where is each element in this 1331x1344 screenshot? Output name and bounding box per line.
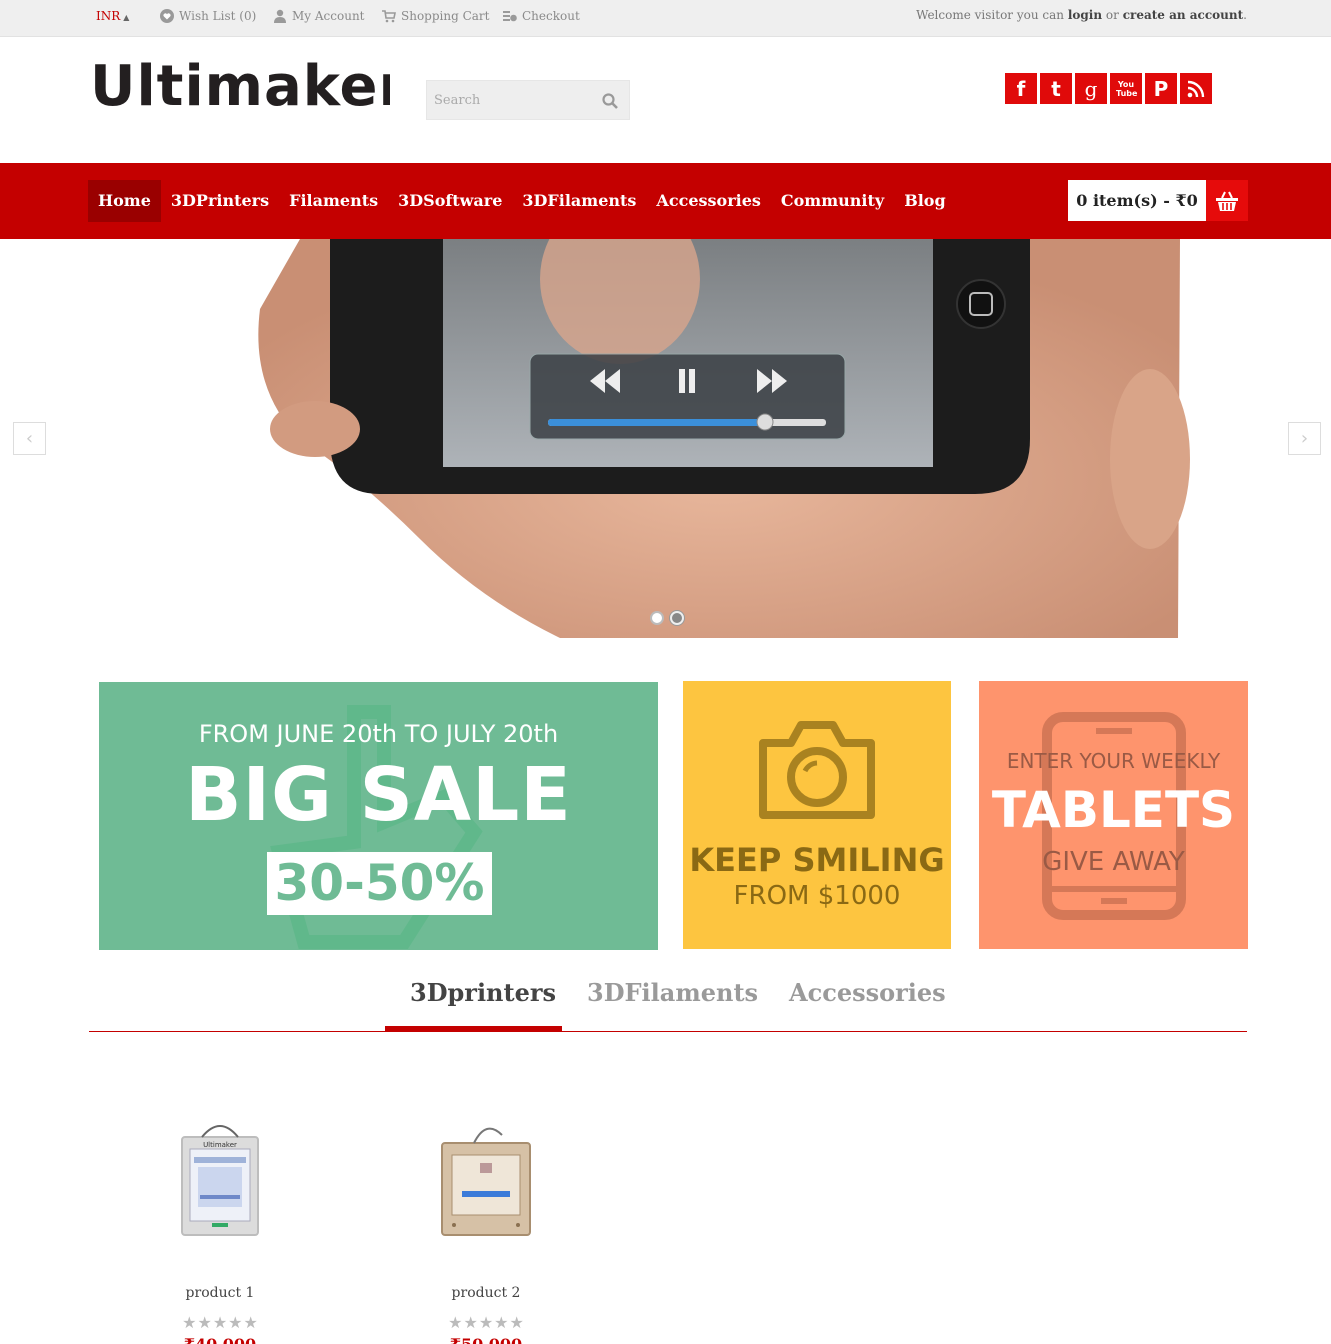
pinterest-icon[interactable]: P bbox=[1145, 73, 1177, 104]
search-input[interactable] bbox=[427, 81, 597, 119]
star-icon: ★ bbox=[243, 1313, 258, 1332]
search-icon[interactable] bbox=[601, 92, 619, 110]
checkout-link[interactable]: Checkout bbox=[503, 9, 580, 23]
nav-item-home[interactable]: Home bbox=[88, 180, 161, 222]
tab-accessories[interactable]: Accessories bbox=[789, 978, 946, 1007]
welcome-text: Welcome visitor you can bbox=[916, 8, 1064, 22]
nav-item-3dfilaments[interactable]: 3DFilaments bbox=[512, 180, 646, 222]
welcome-message: Welcome visitor you can login or create … bbox=[916, 8, 1247, 22]
my-account-link[interactable]: My Account bbox=[273, 9, 365, 23]
keep-smiling-title: KEEP SMILING bbox=[689, 841, 945, 879]
product-image[interactable]: Ultimaker bbox=[140, 1105, 300, 1255]
nav-item-community[interactable]: Community bbox=[771, 180, 894, 222]
nav-item-blog[interactable]: Blog bbox=[894, 180, 955, 222]
heart-icon bbox=[160, 9, 174, 23]
rss-glyph bbox=[1187, 80, 1205, 97]
checkout-icon bbox=[503, 11, 517, 22]
pinterest-glyph: P bbox=[1153, 76, 1169, 101]
product-image[interactable] bbox=[406, 1105, 566, 1255]
rss-icon[interactable] bbox=[1180, 73, 1212, 104]
tab-3dprinters[interactable]: 3Dprinters bbox=[410, 978, 556, 1007]
nav-item-accessories[interactable]: Accessories bbox=[646, 180, 770, 222]
shopping-cart-label: Shopping Cart bbox=[401, 9, 490, 23]
cart-icon bbox=[382, 10, 396, 23]
checkout-label: Checkout bbox=[522, 9, 580, 23]
user-icon bbox=[274, 9, 286, 23]
cart-button[interactable]: 0 item(s) - ₹0 bbox=[1068, 180, 1248, 221]
keep-smiling-banner[interactable]: KEEP SMILING FROM $1000 bbox=[683, 681, 951, 949]
product-card[interactable]: product 2 ★★★★★ ₹50,000 bbox=[406, 1105, 566, 1344]
caret-up-icon: ▲ bbox=[123, 13, 130, 22]
hero-slider: ‹ › bbox=[0, 239, 1331, 638]
basket-icon bbox=[1206, 180, 1248, 221]
star-icon: ★ bbox=[197, 1313, 212, 1332]
slider-next-arrow[interactable]: › bbox=[1288, 422, 1321, 455]
my-account-label: My Account bbox=[292, 9, 365, 23]
main-navigation: Home 3DPrinters Filaments 3DSoftware 3DF… bbox=[0, 163, 1331, 239]
nav-item-3dsoftware[interactable]: 3DSoftware bbox=[388, 180, 512, 222]
star-icon: ★ bbox=[448, 1313, 463, 1332]
social-links: f t g You Tube P bbox=[1005, 73, 1212, 104]
star-icon: ★ bbox=[509, 1313, 524, 1332]
slider-prev-arrow[interactable]: ‹ bbox=[13, 422, 46, 455]
star-icon: ★ bbox=[478, 1313, 494, 1332]
top-bar: INR ▲ Wish List (0) My Account Shopping C… bbox=[0, 0, 1331, 37]
login-link[interactable]: login bbox=[1068, 8, 1102, 22]
nav-item-filaments[interactable]: Filaments bbox=[279, 180, 388, 222]
shopping-cart-link[interactable]: Shopping Cart bbox=[382, 9, 490, 23]
hero-slide-image bbox=[258, 239, 1190, 638]
twitter-icon[interactable]: t bbox=[1040, 73, 1072, 104]
slider-dot-1[interactable] bbox=[650, 611, 664, 625]
svg-text:Ultimaker: Ultimaker bbox=[203, 1141, 237, 1149]
tablets-giveaway-banner[interactable]: ENTER YOUR WEEKLY TABLETS GIVE AWAY bbox=[979, 681, 1248, 949]
sale-percentage: 30-50% bbox=[267, 852, 492, 915]
big-sale-banner[interactable]: FROM JUNE 20th TO JULY 20th BIG SALE 30-… bbox=[99, 682, 658, 950]
slider-dot-2[interactable] bbox=[670, 611, 684, 625]
tablets-title: TABLETS bbox=[991, 781, 1236, 839]
tab-3dfilaments[interactable]: 3DFilaments bbox=[587, 978, 758, 1007]
star-icon: ★ bbox=[463, 1313, 478, 1332]
star-icon: ★ bbox=[182, 1313, 197, 1332]
cart-summary: 0 item(s) - ₹0 bbox=[1068, 180, 1206, 221]
create-account-link[interactable]: create an account bbox=[1123, 8, 1243, 22]
rating-stars: ★ ★ ★ ★ ★ bbox=[140, 1313, 300, 1332]
camera-icon bbox=[759, 721, 875, 819]
product-tabs: 3Dprinters 3DFilaments Accessories bbox=[89, 970, 1247, 1032]
search-box bbox=[426, 80, 630, 120]
ultimaker-logo[interactable]: Ultimaker bbox=[90, 55, 390, 117]
product-name[interactable]: product 1 bbox=[140, 1285, 300, 1301]
or-text: or bbox=[1105, 8, 1119, 22]
tablets-giveaway: GIVE AWAY bbox=[1042, 847, 1185, 877]
youtube-glyph: You Tube bbox=[1116, 79, 1138, 98]
product-price: ₹50,000 bbox=[406, 1335, 566, 1344]
wishlist-link[interactable]: Wish List (0) bbox=[160, 9, 256, 23]
slider-pagination bbox=[650, 611, 684, 625]
currency-selector[interactable]: INR ▲ bbox=[96, 9, 129, 23]
sale-dates: FROM JUNE 20th TO JULY 20th bbox=[198, 720, 559, 748]
product-name[interactable]: product 2 bbox=[406, 1285, 566, 1301]
product-price: ₹40,000 bbox=[140, 1335, 300, 1344]
rating-stars: ★ ★ ★ ★ ★ bbox=[406, 1313, 566, 1332]
logo-text: Ultimaker bbox=[90, 55, 390, 117]
facebook-icon[interactable]: f bbox=[1005, 73, 1037, 104]
star-icon: ★ bbox=[228, 1313, 243, 1332]
sale-headline: BIG SALE bbox=[185, 752, 572, 838]
star-icon: ★ bbox=[494, 1313, 509, 1332]
google-plus-icon[interactable]: g bbox=[1075, 73, 1107, 104]
twitter-glyph: t bbox=[1051, 76, 1061, 101]
active-tab-indicator bbox=[385, 1026, 562, 1031]
keep-smiling-price: FROM $1000 bbox=[733, 881, 901, 911]
nav-item-3dprinters[interactable]: 3DPrinters bbox=[161, 180, 279, 222]
currency-label: INR bbox=[96, 9, 121, 23]
star-icon: ★ bbox=[212, 1313, 228, 1332]
tablets-subtitle: ENTER YOUR WEEKLY bbox=[1006, 749, 1221, 773]
wishlist-label: Wish List (0) bbox=[179, 9, 257, 23]
product-card[interactable]: Ultimaker product 1 ★★★★★ ₹40,000 bbox=[140, 1105, 300, 1344]
facebook-glyph: f bbox=[1016, 76, 1026, 101]
youtube-icon[interactable]: You Tube bbox=[1110, 73, 1142, 104]
google-glyph: g bbox=[1084, 76, 1098, 101]
period-text: . bbox=[1243, 8, 1247, 22]
